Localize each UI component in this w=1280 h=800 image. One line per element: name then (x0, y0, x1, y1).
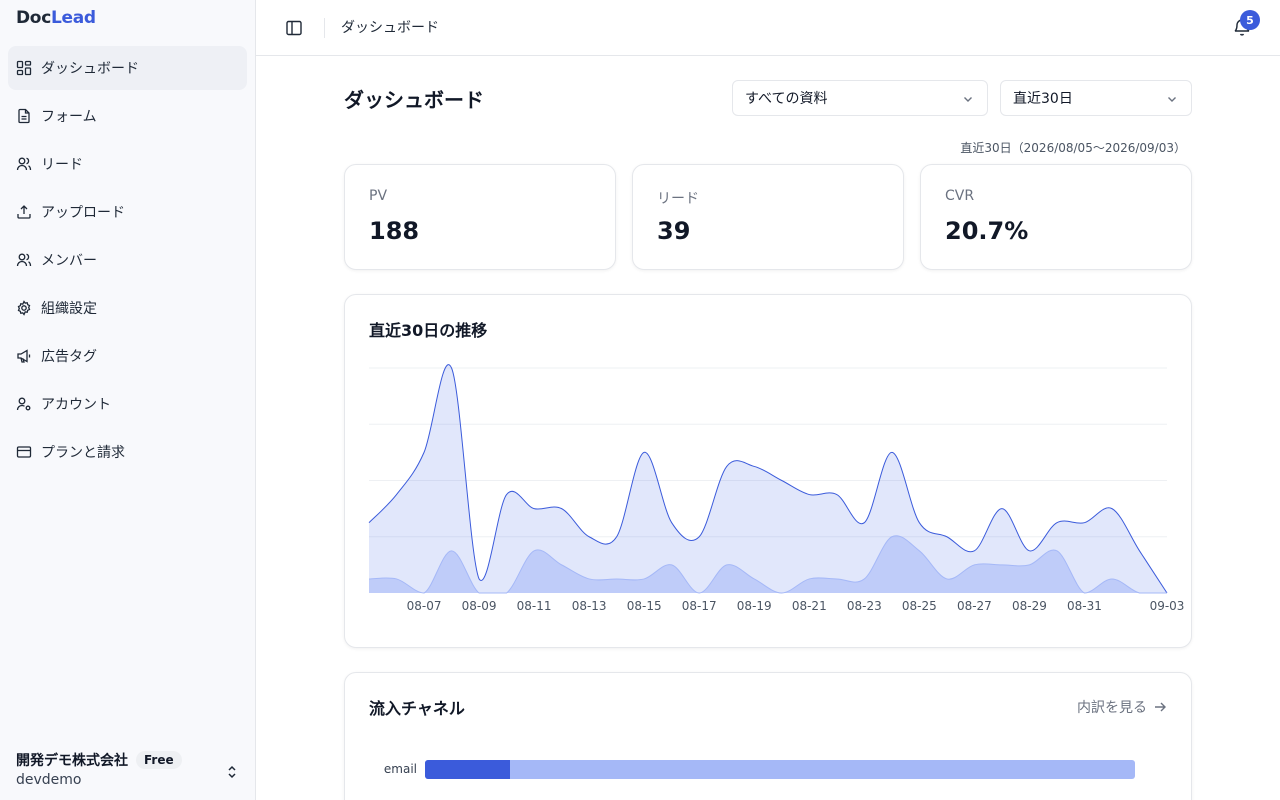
sidebar-item-label: メンバー (41, 253, 97, 269)
document-filter-select[interactable]: すべての資料 (732, 80, 988, 116)
gear-icon (17, 300, 31, 316)
page-title: ダッシュボード (344, 88, 484, 112)
org-name: 開発デモ株式会社 (16, 753, 128, 769)
sidebar-nav: ダッシュボード フォーム リード アップロード メンバー 組織設定 広告タグ ア… (8, 46, 247, 478)
chevrons-up-down-icon[interactable] (224, 764, 240, 780)
org-slug: devdemo (16, 772, 82, 788)
date-range-note: 直近30日（2026/08/05〜2026/09/03） (960, 141, 1186, 155)
plan-badge: Free (136, 751, 182, 769)
sidebar-item-label: プランと請求 (41, 445, 125, 461)
arrow-right-icon (1155, 702, 1166, 712)
kpi-card-cvr: CVR 20.7% (920, 164, 1192, 270)
sidebar-item-org-settings[interactable]: 組織設定 (8, 286, 247, 330)
channel-card-title: 流入チャネル (369, 699, 465, 718)
logo-text-lead: Lead (50, 8, 96, 28)
channel-card: 流入チャネル 内訳を見る email (344, 672, 1192, 800)
sidebar: DocLead ダッシュボード フォーム リード アップロード メンバー 組織設… (0, 0, 256, 800)
x-tick-label: 08-09 (462, 599, 497, 613)
app-logo[interactable]: DocLead (16, 8, 96, 28)
sidebar-toggle-icon[interactable] (284, 18, 304, 38)
x-tick-label: 08-23 (847, 599, 882, 613)
sidebar-item-dashboard[interactable]: ダッシュボード (8, 46, 247, 90)
x-tick-label: 08-15 (627, 599, 662, 613)
x-tick-label: 08-19 (737, 599, 772, 613)
kpi-label: リード (657, 191, 699, 207)
channel-label: email (383, 762, 417, 776)
x-tick-label: 08-21 (792, 599, 827, 613)
x-tick-label: 08-07 (407, 599, 442, 613)
sidebar-item-label: アップロード (41, 205, 125, 221)
megaphone-icon (17, 349, 31, 363)
sidebar-item-label: アカウント (41, 397, 111, 413)
credit-card-icon (16, 446, 32, 458)
sidebar-item-label: フォーム (41, 109, 97, 125)
sidebar-item-label: ダッシュボード (41, 61, 139, 77)
trend-chart: 08-07 08-09 08-11 08-13 08-15 08-17 08-19 08-21… (368, 364, 1185, 613)
kpi-value: 20.7% (945, 217, 1029, 245)
kpi-value: 188 (369, 217, 420, 245)
x-tick-label: 08-29 (1012, 599, 1047, 613)
trend-chart-card: 直近30日の推移 08-07 08-09 08-11 08-13 08-15 08-17 0… (344, 294, 1192, 648)
document-filter-value: すべての資料 (745, 91, 828, 107)
x-tick-label: 09-03 (1150, 599, 1185, 613)
kpi-label: CVR (945, 188, 975, 204)
user-cog-icon (16, 397, 31, 411)
sidebar-item-upload[interactable]: アップロード (8, 190, 247, 234)
logo-text-doc: Doc (16, 8, 51, 28)
x-tick-label: 08-27 (957, 599, 992, 613)
breakdown-link-label: 内訳を見る (1077, 700, 1147, 716)
x-tick-label: 08-11 (517, 599, 552, 613)
chevron-down-icon (1168, 97, 1176, 102)
topbar-divider (324, 18, 325, 38)
sidebar-item-label: リード (41, 157, 83, 173)
date-range-select[interactable]: 直近30日 (1000, 80, 1192, 116)
channel-bar-fill (425, 760, 511, 779)
sidebar-item-leads[interactable]: リード (8, 142, 247, 186)
x-tick-label: 08-31 (1067, 599, 1102, 613)
date-range-value: 直近30日 (1013, 91, 1073, 107)
users-icon (16, 253, 32, 267)
sidebar-item-ad-tags[interactable]: 広告タグ (8, 334, 247, 378)
notification-count-badge[interactable]: 5 (1240, 10, 1260, 30)
kpi-card-leads: リード 39 (632, 164, 904, 270)
x-tick-label: 08-13 (572, 599, 607, 613)
grid-icon (16, 60, 32, 76)
sidebar-item-members[interactable]: メンバー (8, 238, 247, 282)
sidebar-item-label: 広告タグ (41, 349, 97, 365)
file-icon (18, 108, 30, 124)
chevron-down-icon (964, 97, 972, 102)
kpi-label: PV (369, 188, 388, 204)
top-bar: ダッシュボード 5 (256, 0, 1280, 56)
x-tick-label: 08-17 (682, 599, 717, 613)
breakdown-link[interactable]: 内訳を見る (1077, 697, 1167, 717)
kpi-value: 39 (657, 217, 691, 245)
kpi-card-pv: PV 188 (344, 164, 616, 270)
channel-bar-track (425, 760, 1135, 779)
x-tick-label: 08-25 (902, 599, 937, 613)
sidebar-item-billing[interactable]: プランと請求 (8, 430, 247, 474)
org-name-row: 開発デモ株式会社 Free (16, 750, 240, 770)
upload-icon (17, 205, 31, 219)
breadcrumb: ダッシュボード (341, 20, 439, 36)
sidebar-item-forms[interactable]: フォーム (8, 94, 247, 138)
users-icon (16, 157, 32, 171)
org-switcher[interactable]: 開発デモ株式会社 Free devdemo (16, 750, 240, 788)
sidebar-item-label: 組織設定 (41, 301, 97, 317)
sidebar-item-account[interactable]: アカウント (8, 382, 247, 426)
